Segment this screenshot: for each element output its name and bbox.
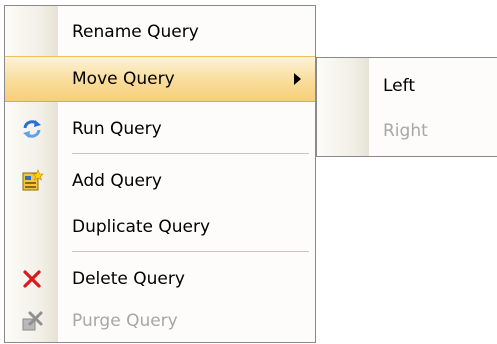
- delete-query-menu-item[interactable]: Delete Query: [5, 256, 315, 302]
- submenu-item-right[interactable]: Right: [317, 108, 497, 154]
- submenu-left-label: Left: [383, 76, 415, 96]
- duplicate-query-label: Duplicate Query: [72, 217, 211, 237]
- add-query-icon: [5, 158, 58, 204]
- rename-query-label: Rename Query: [72, 22, 199, 42]
- move-query-submenu: Left Right: [316, 57, 497, 157]
- move-query-menu-item[interactable]: Move Query: [5, 56, 315, 102]
- submenu-right-label: Right: [383, 121, 428, 141]
- context-menu: Rename Query Move Query Run Query Add Qu…: [4, 5, 316, 343]
- move-query-label: Move Query: [72, 69, 175, 89]
- purge-query-menu-item[interactable]: Purge Query: [5, 298, 315, 344]
- rename-query-menu-item[interactable]: Rename Query: [5, 9, 315, 55]
- run-query-menu-item[interactable]: Run Query: [5, 106, 315, 152]
- refresh-icon: [5, 106, 58, 152]
- delete-query-label: Delete Query: [72, 269, 185, 289]
- purge-query-label: Purge Query: [72, 311, 178, 331]
- add-query-label: Add Query: [72, 171, 162, 191]
- submenu-arrow-icon: [294, 73, 301, 85]
- duplicate-query-menu-item[interactable]: Duplicate Query: [5, 204, 315, 250]
- purge-icon: [5, 298, 58, 344]
- add-query-menu-item[interactable]: Add Query: [5, 158, 315, 204]
- menu-separator: [72, 251, 309, 252]
- submenu-item-left[interactable]: Left: [317, 63, 497, 109]
- run-query-label: Run Query: [72, 119, 162, 139]
- menu-separator: [72, 153, 309, 154]
- delete-x-icon: [5, 256, 58, 302]
